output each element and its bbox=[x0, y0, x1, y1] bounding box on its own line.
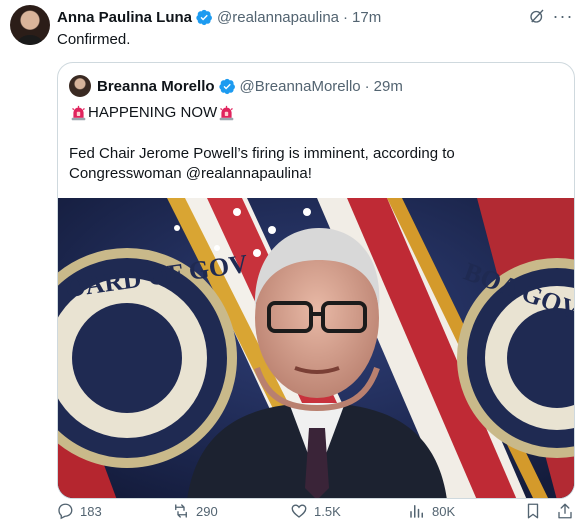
tweet-time[interactable]: 17m bbox=[352, 9, 381, 26]
verified-badge-icon bbox=[196, 9, 212, 25]
separator-dot: · bbox=[364, 77, 370, 95]
repost-count: 290 bbox=[196, 503, 218, 519]
like-button[interactable]: 1.5K bbox=[290, 500, 341, 522]
siren-emoji-icon bbox=[219, 105, 234, 120]
quoted-time[interactable]: 29m bbox=[374, 78, 403, 95]
reply-button[interactable]: 183 bbox=[56, 500, 102, 522]
author-avatar[interactable] bbox=[10, 5, 50, 45]
tweet-header: Anna Paulina Luna @realannapaulina · 17m bbox=[57, 7, 381, 27]
quoted-avatar[interactable] bbox=[69, 75, 91, 97]
author-handle[interactable]: @realannapaulina bbox=[217, 9, 339, 26]
separator-dot: · bbox=[343, 8, 349, 26]
reply-icon bbox=[58, 503, 73, 520]
tweet-actions: 183 290 1.5K 80K bbox=[0, 500, 582, 522]
tweet-text: Confirmed. bbox=[57, 31, 131, 48]
like-count: 1.5K bbox=[314, 503, 341, 519]
heart-icon bbox=[291, 504, 307, 518]
quoted-header: Breanna Morello @BreannaMorello · 29m bbox=[69, 75, 403, 97]
siren-emoji-icon bbox=[71, 105, 86, 120]
powell-photo-illustration: OARD OF GOV BOA GOVER bbox=[58, 198, 574, 498]
quoted-author-name[interactable]: Breanna Morello bbox=[97, 78, 215, 95]
author-name[interactable]: Anna Paulina Luna bbox=[57, 9, 192, 26]
quoted-tweet[interactable]: Breanna Morello @BreannaMorello · 29m HA… bbox=[57, 62, 575, 499]
repost-icon bbox=[175, 504, 187, 518]
share-button[interactable] bbox=[556, 500, 580, 522]
grok-icon[interactable] bbox=[528, 7, 546, 25]
views-icon bbox=[410, 505, 423, 518]
reply-count: 183 bbox=[80, 503, 102, 519]
quoted-headline-row: HAPPENING NOW bbox=[69, 103, 236, 123]
views-button[interactable]: 80K bbox=[408, 500, 455, 522]
quoted-photo[interactable]: OARD OF GOV BOA GOVER bbox=[58, 198, 574, 498]
quoted-headline: HAPPENING NOW bbox=[88, 104, 218, 121]
bookmark-button[interactable] bbox=[524, 500, 548, 522]
quoted-author-handle[interactable]: @BreannaMorello bbox=[240, 78, 361, 95]
more-icon[interactable]: ··· bbox=[552, 5, 574, 27]
share-icon bbox=[558, 503, 572, 519]
repost-button[interactable]: 290 bbox=[172, 500, 218, 522]
views-count: 80K bbox=[432, 503, 456, 519]
quoted-text: Fed Chair Jerome Powell’s firing is immi… bbox=[69, 145, 455, 182]
bookmark-icon bbox=[527, 503, 539, 519]
verified-badge-icon bbox=[218, 78, 235, 94]
